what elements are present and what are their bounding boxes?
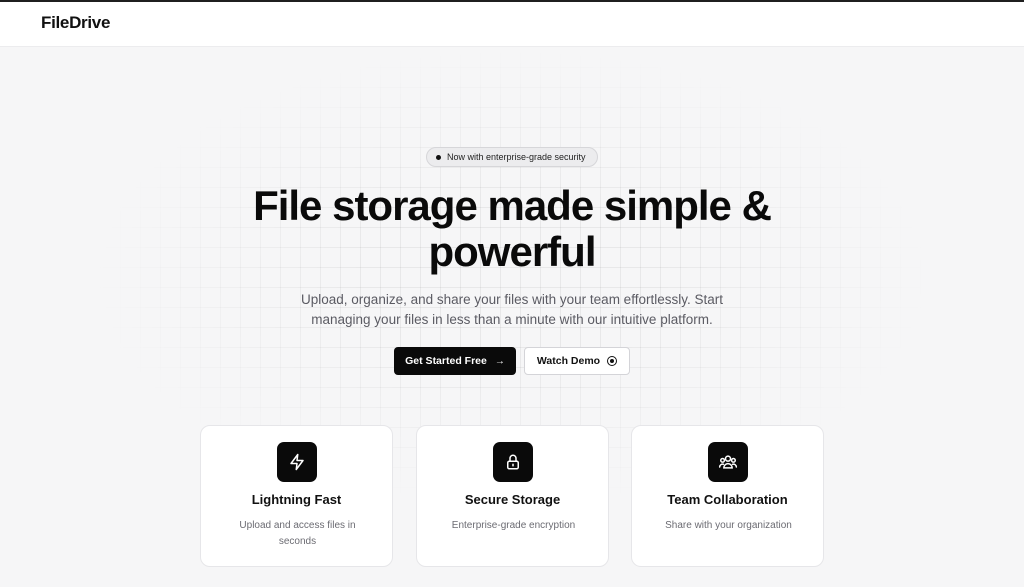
badge-label: Now with enterprise-grade security xyxy=(447,152,586,162)
feature-card-secure: Secure Storage Enterprise-grade encrypti… xyxy=(416,425,609,567)
brand-logo[interactable]: FileDrive xyxy=(41,13,110,33)
hero-subtitle: Upload, organize, and share your files w… xyxy=(301,292,723,327)
feature-description: Enterprise-grade encryption xyxy=(451,520,576,531)
watch-demo-button[interactable]: Watch Demo xyxy=(524,347,630,375)
lock-icon xyxy=(493,442,533,482)
badge-dot-icon xyxy=(436,154,441,160)
arrow-right-icon: → xyxy=(494,355,505,367)
feature-title: Team Collaboration xyxy=(667,492,788,507)
feature-title: Secure Storage xyxy=(464,492,561,507)
hero-headline: File storage made simple & powerful xyxy=(253,182,772,275)
watch-demo-label: Watch Demo xyxy=(536,355,601,367)
lightning-icon xyxy=(277,442,317,482)
get-started-button[interactable]: Get Started Free → xyxy=(394,347,516,375)
play-circle-icon xyxy=(607,356,618,366)
feature-description: Upload and access files in seconds xyxy=(239,520,356,547)
feature-description: Share with your organization xyxy=(665,520,792,531)
announcement-badge: Now with enterprise-grade security xyxy=(426,147,598,167)
feature-card-lightning: Lightning Fast Upload and access files i… xyxy=(200,425,393,567)
hero-section: Now with enterprise-grade security File … xyxy=(0,47,1024,587)
users-icon xyxy=(708,442,748,482)
feature-title: Lightning Fast xyxy=(251,492,342,507)
feature-card-team: Team Collaboration Share with your organ… xyxy=(631,425,824,567)
get-started-label: Get Started Free xyxy=(405,355,487,367)
top-nav: FileDrive xyxy=(0,2,1024,47)
